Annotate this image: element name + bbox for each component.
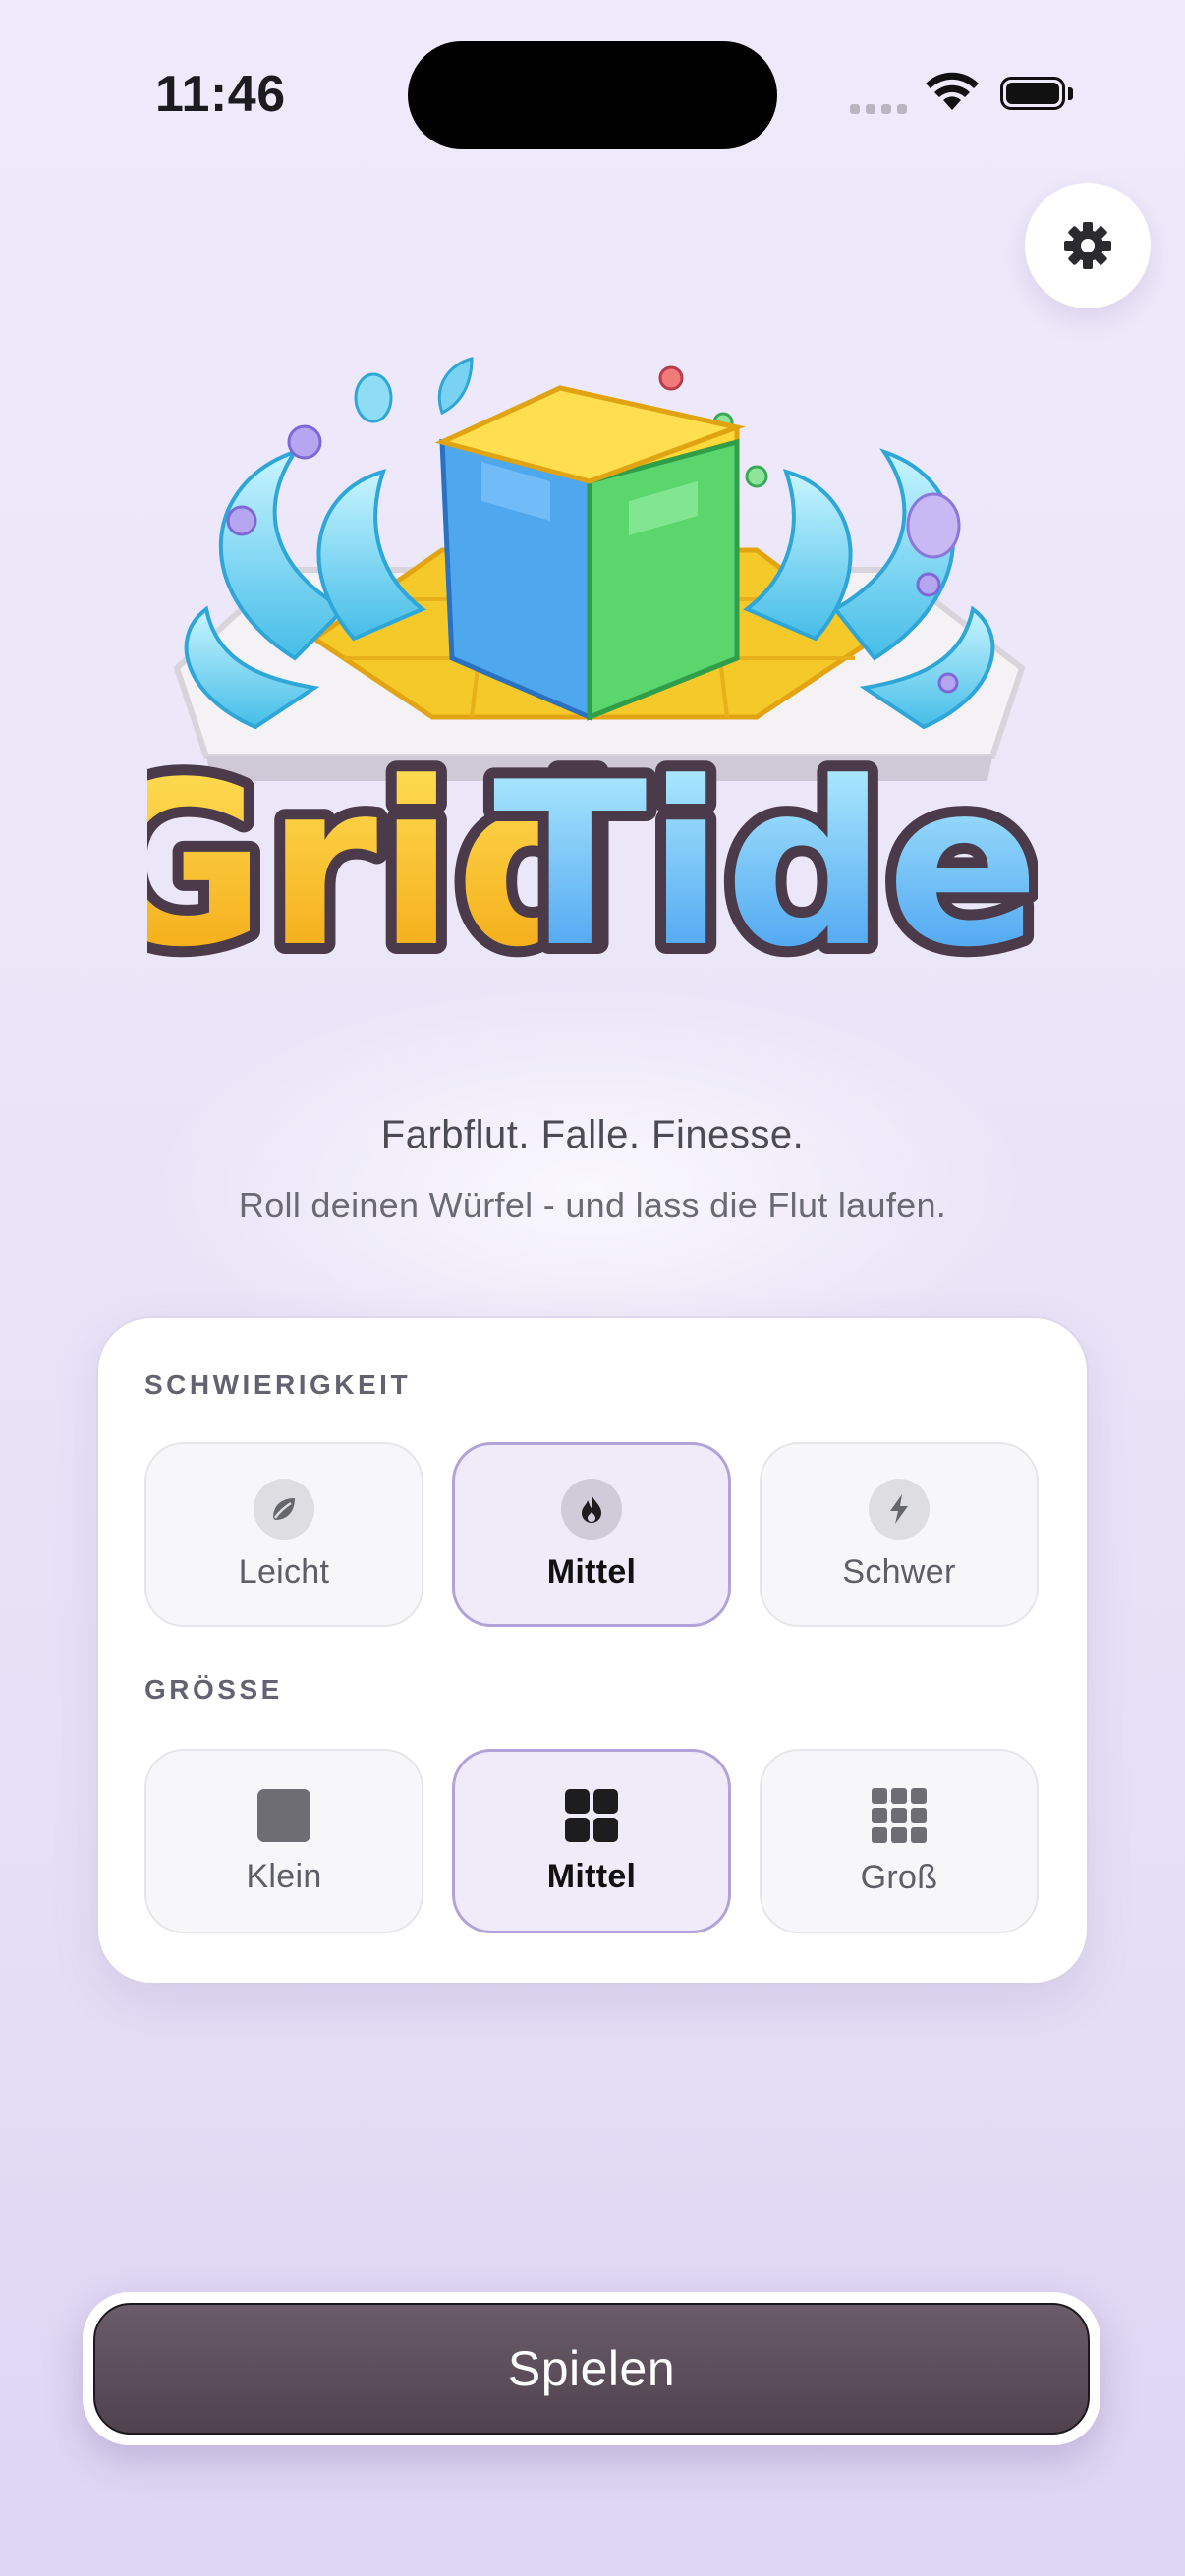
play-button-frame: Spielen bbox=[83, 2292, 1100, 2445]
battery-icon bbox=[1000, 77, 1075, 114]
difficulty-option-hard[interactable]: Schwer bbox=[760, 1442, 1039, 1627]
flame-icon bbox=[561, 1478, 622, 1540]
size-option-large[interactable]: Groß bbox=[760, 1749, 1039, 1933]
difficulty-option-label: Mittel bbox=[546, 1552, 637, 1591]
grid-3x3-icon bbox=[872, 1787, 927, 1843]
size-option-small[interactable]: Klein bbox=[144, 1749, 423, 1933]
bolt-icon bbox=[869, 1478, 930, 1540]
cellular-signal-icon bbox=[850, 104, 907, 114]
difficulty-section-label: SCHWIERIGKEIT bbox=[144, 1370, 412, 1400]
size-option-label: Mittel bbox=[546, 1857, 637, 1895]
settings-button[interactable] bbox=[1025, 183, 1151, 308]
size-option-label: Groß bbox=[860, 1858, 938, 1896]
difficulty-option-easy[interactable]: Leicht bbox=[144, 1442, 423, 1627]
difficulty-option-label: Leicht bbox=[238, 1552, 330, 1591]
grid-2x2-icon bbox=[565, 1788, 618, 1842]
size-option-medium[interactable]: Mittel bbox=[452, 1749, 731, 1933]
tagline: Farbflut. Falle. Finesse. bbox=[380, 1113, 805, 1156]
size-option-label: Klein bbox=[246, 1857, 322, 1895]
status-time: 11:46 bbox=[155, 66, 286, 123]
difficulty-option-medium[interactable]: Mittel bbox=[452, 1442, 731, 1627]
grid-1x1-icon bbox=[257, 1788, 310, 1842]
wifi-icon bbox=[926, 72, 979, 110]
dynamic-island bbox=[408, 41, 777, 149]
leaf-icon bbox=[254, 1478, 314, 1540]
subtitle: Roll deinen Würfel - und lass die Flut l… bbox=[238, 1185, 947, 1225]
play-button[interactable]: Spielen bbox=[93, 2303, 1090, 2435]
gear-icon bbox=[1064, 222, 1111, 269]
game-options-card: SCHWIERIGKEIT Leicht Mittel Schwer GRÖSS… bbox=[98, 1318, 1087, 1983]
difficulty-option-label: Schwer bbox=[842, 1552, 956, 1591]
logo-title-tide: Tide bbox=[493, 735, 1038, 997]
gridtide-logo: Grid Tide bbox=[147, 357, 1038, 1008]
size-section-label: GRÖSSE bbox=[144, 1674, 283, 1705]
